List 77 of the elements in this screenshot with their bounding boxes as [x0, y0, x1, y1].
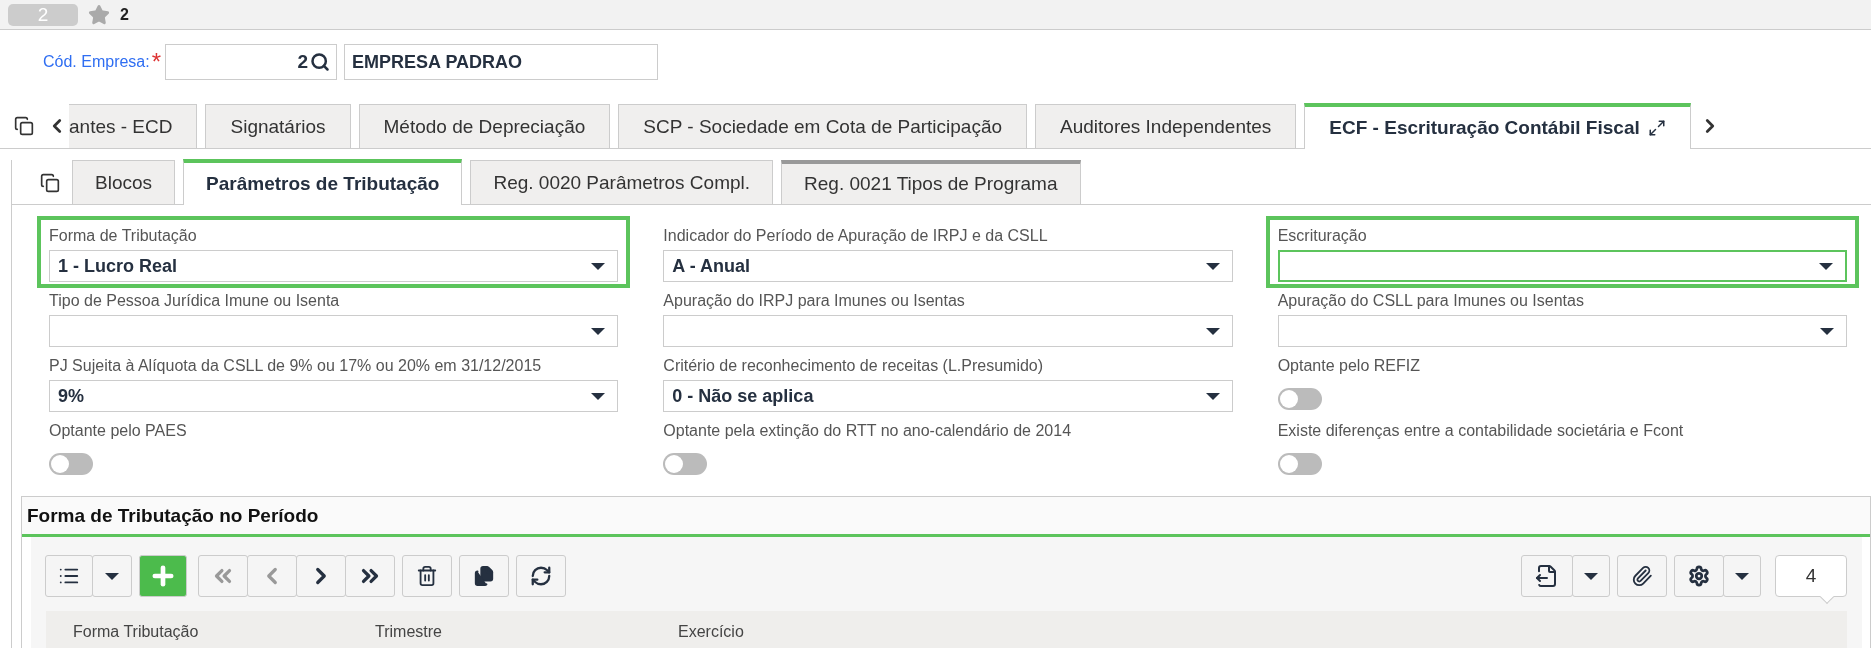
export-button[interactable] — [1521, 555, 1573, 597]
dropdown-button[interactable] — [92, 555, 132, 597]
field-label: Apuração do CSLL para Imunes ou Isentas — [1277, 291, 1585, 311]
paperclip-icon — [1631, 565, 1653, 587]
column-header[interactable]: Trimestre — [375, 623, 678, 648]
last-page-button[interactable] — [345, 555, 395, 597]
duplicate-button[interactable] — [459, 555, 509, 597]
tab[interactable]: Método de Depreciação — [358, 104, 611, 148]
field-label: Apuração do IRPJ para Imunes ou Isentas — [663, 291, 966, 311]
tab[interactable]: Signatários — [205, 104, 351, 148]
tab[interactable]: Reg. 0020 Parâmetros Compl. — [470, 160, 774, 204]
toggle-switch[interactable] — [49, 453, 93, 475]
column-header[interactable]: Forma Tributação — [73, 623, 375, 648]
caret-icon — [591, 392, 606, 400]
settings-button[interactable] — [1674, 555, 1724, 597]
field-label: Optante pela extinção do RTT no ano-calendário de 2014 — [663, 421, 1073, 441]
dropdown-button[interactable] — [1723, 555, 1761, 597]
select-field[interactable]: 9% — [49, 380, 619, 412]
list-button[interactable] — [45, 555, 93, 597]
caret-icon — [1205, 392, 1220, 400]
field-label: Escrituração — [1277, 226, 1368, 246]
tab[interactable]: SCP - Sociedade em Cota de Participação — [618, 104, 1028, 148]
field-label: Critério de reconhecimento de receitas (L.Presumido) — [663, 356, 1045, 376]
toggle-switch[interactable] — [1277, 453, 1322, 475]
copy-icon[interactable] — [40, 173, 60, 193]
tab[interactable]: Parâmetros de Tributação — [183, 159, 463, 205]
expand-icon[interactable] — [1647, 119, 1666, 137]
field-label: Tipo de Pessoa Jurídica Imune ou Isenta — [49, 291, 341, 311]
refresh-button[interactable] — [516, 555, 566, 597]
field-label: Existe diferenças entre a contabilidade societária e Fcont — [1277, 421, 1685, 441]
next-page-button[interactable] — [296, 555, 346, 597]
toggle-switch[interactable] — [663, 453, 708, 475]
tab[interactable]: Auditores Independentes — [1035, 104, 1297, 148]
star-icon[interactable] — [88, 3, 110, 26]
select-field[interactable]: 0 - Não se aplica — [663, 380, 1233, 412]
select-field[interactable] — [1277, 315, 1847, 347]
field-label: Optante pelo REFIZ — [1277, 356, 1421, 376]
tab[interactable]: ECF - Escrituração Contábil Fiscal — [1304, 103, 1691, 149]
field-label: Cód. Empresa: — [43, 53, 150, 71]
tab[interactable]: Reg. 0021 Tipos de Programa — [781, 160, 1081, 204]
documents-icon — [473, 565, 495, 587]
required-mark: * — [151, 48, 162, 76]
caret-icon — [1205, 262, 1220, 270]
caret-icon — [591, 327, 606, 335]
refresh-icon — [530, 565, 552, 587]
caret-icon — [1584, 572, 1598, 580]
select-field[interactable] — [49, 315, 619, 347]
select-field[interactable] — [1277, 250, 1847, 282]
company-code-field[interactable]: 2 — [165, 44, 338, 80]
attach-button[interactable] — [1617, 555, 1667, 597]
toggle-switch[interactable] — [1277, 388, 1322, 410]
field-label: Forma de Tributação — [49, 226, 198, 246]
company-name-field[interactable]: EMPRESA PADRAO — [344, 44, 659, 80]
column-header[interactable]: Exercício — [678, 623, 1847, 648]
section-title: Forma de Tributação no Período — [22, 497, 1870, 537]
select-field[interactable] — [663, 315, 1233, 347]
field-label: Optante pelo PAES — [49, 421, 188, 441]
tab[interactable]: Blocos — [72, 160, 176, 204]
delete-button[interactable] — [402, 555, 452, 597]
caret-icon — [1205, 327, 1220, 335]
dropdown-button[interactable] — [1572, 555, 1610, 597]
trash-icon — [416, 565, 438, 587]
caret-icon — [591, 262, 606, 270]
field-label: Indicador do Período de Apuração de IRPJ e da CSLL — [663, 226, 1049, 246]
copy-icon[interactable] — [14, 116, 34, 136]
caret-icon — [105, 572, 119, 580]
settings-icon — [1688, 565, 1710, 587]
caret-icon — [1820, 327, 1834, 335]
tab[interactable]: antes - ECD — [69, 104, 198, 148]
field-label: PJ Sujeita à Alíquota da CSLL de 9% ou 17% ou 20% em 31/12/2015 — [49, 356, 543, 376]
select-field[interactable]: 1 - Lucro Real — [49, 250, 619, 282]
select-field[interactable]: A - Anual — [663, 250, 1233, 282]
search-icon[interactable] — [310, 52, 331, 72]
caret-icon — [1819, 262, 1833, 270]
caret-icon — [1735, 572, 1749, 580]
favorites-count: 2 — [120, 5, 129, 24]
file-export-icon — [1535, 564, 1559, 588]
